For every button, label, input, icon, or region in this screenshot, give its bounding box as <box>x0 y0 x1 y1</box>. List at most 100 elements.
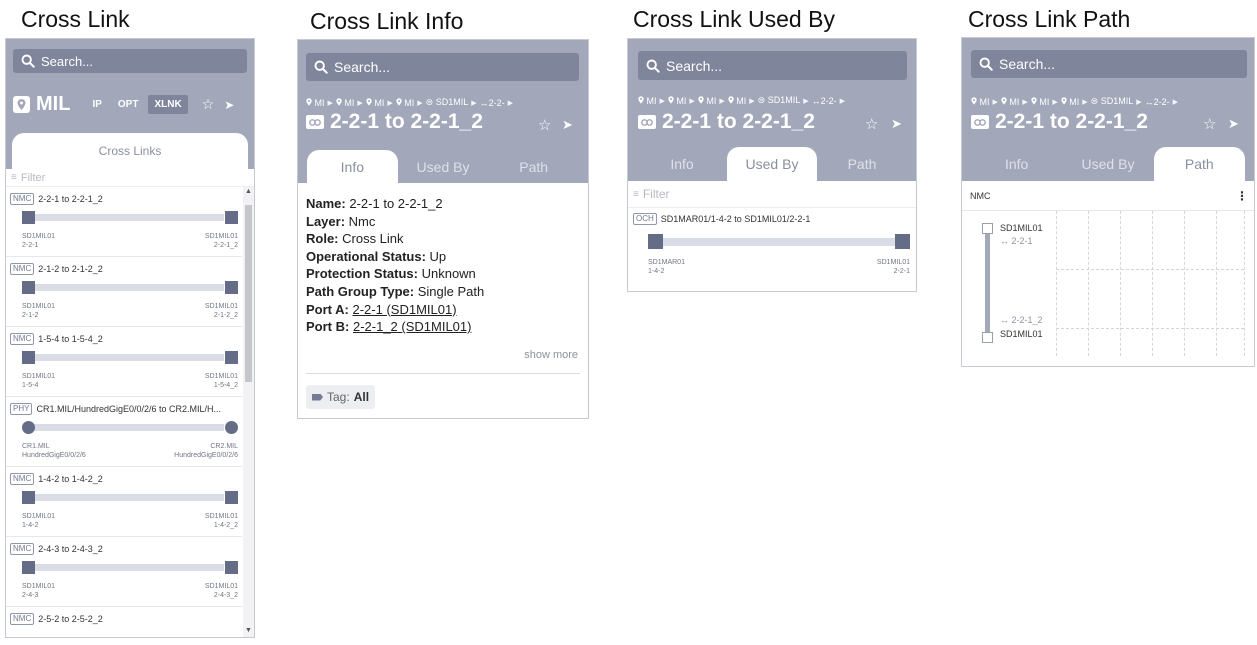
path-node-bottom[interactable] <box>982 332 993 343</box>
layer-xlnk-button[interactable]: XLNK <box>148 95 188 114</box>
info-field: Role: Cross Link <box>306 230 580 248</box>
item-title: 1-4-2 to 1-4-2_2 <box>38 474 103 484</box>
layer-opt-button[interactable]: OPT <box>118 99 139 110</box>
breadcrumb-separator-icon: ▶ <box>689 97 695 105</box>
navigate-icon[interactable]: ➤ <box>1228 117 1239 130</box>
star-icon[interactable]: ☆ <box>202 96 215 113</box>
title-row: 2-2-1 to 2-2-1_2 <box>971 110 1148 134</box>
breadcrumb: MI ▶ MI ▶ MI ▶ MI ▶ ⊜ SD1MIL ▶ ↔2-2- ▶ <box>306 97 581 108</box>
breadcrumb-item[interactable]: MI <box>396 98 414 108</box>
breadcrumb-item[interactable]: ⊜ SD1MIL <box>426 97 469 108</box>
item-title: 1-5-4 to 1-5-4_2 <box>38 334 103 344</box>
breadcrumb-item[interactable]: ⊜ SD1MIL <box>758 95 801 106</box>
navigate-icon[interactable]: ➤ <box>891 117 902 130</box>
cross-link-item[interactable]: NMC 2-4-3 to 2-4-3_2 SD1MIL01 2-4-3 SD1MIL01… <box>6 537 242 607</box>
breadcrumb-item[interactable]: MI <box>971 97 990 107</box>
caption-cross-link: Cross Link <box>21 6 130 32</box>
link-title: 2-2-1 to 2-2-1_2 <box>995 110 1148 133</box>
item-name: PHY CR1.MIL/HundredGigE0/0/2/6 to CR2.MIL… <box>10 403 221 415</box>
search-input[interactable]: Search... <box>13 49 247 73</box>
search-input[interactable]: Search... <box>638 51 907 80</box>
location-pin-icon <box>1031 96 1037 107</box>
breadcrumb-separator-icon: ▶ <box>1082 98 1088 106</box>
star-icon[interactable]: ☆ <box>865 117 878 132</box>
breadcrumb-item[interactable]: ⊜ SD1MIL <box>1091 96 1134 107</box>
tab-used-by[interactable]: Used By <box>1062 147 1153 181</box>
link-title: 2-2-1 to 2-2-1_2 <box>662 110 815 133</box>
breadcrumb-item[interactable]: MI <box>336 97 355 108</box>
scrollbar[interactable]: ▲ ▼ <box>243 187 254 637</box>
breadcrumb-item[interactable]: MI <box>366 98 384 108</box>
scroll-thumb[interactable] <box>245 205 252 382</box>
link-icon <box>971 115 989 129</box>
cross-link-item[interactable]: NMC 2-5-2 to 2-5-2_2 <box>6 607 242 637</box>
breadcrumb-item[interactable]: ↔2-2- <box>812 96 837 106</box>
tab-info[interactable]: Info <box>637 147 727 181</box>
filter-input[interactable]: ≡ Filter <box>6 169 254 187</box>
breadcrumb-item[interactable]: MI <box>698 95 717 106</box>
scroll-down-icon[interactable]: ▼ <box>245 627 252 634</box>
location-pin-icon <box>1061 96 1067 107</box>
breadcrumb-item[interactable]: MI <box>668 96 686 106</box>
cross-link-item[interactable]: NMC 2-2-1 to 2-2-1_2 SD1MIL01 2-2-1 SD1MIL01… <box>6 187 242 257</box>
breadcrumb-item[interactable]: MI <box>638 96 657 106</box>
breadcrumb-item[interactable]: ↔2-2- <box>480 98 505 108</box>
endpoint-a-node: SD1MIL01 <box>22 233 56 240</box>
scroll-up-icon[interactable]: ▲ <box>245 188 252 195</box>
grid-line <box>1216 211 1217 356</box>
tab-path[interactable]: Path <box>488 150 579 183</box>
navigate-icon[interactable]: ➤ <box>562 118 573 131</box>
tab-path[interactable]: Path <box>1153 147 1245 181</box>
navigate-icon[interactable]: ➤ <box>224 98 234 112</box>
show-more-link[interactable]: show more <box>524 349 578 361</box>
link-icon <box>306 115 324 129</box>
location-pin-icon <box>336 97 342 108</box>
search-input[interactable]: Search... <box>971 50 1247 78</box>
tab-info[interactable]: Info <box>971 147 1062 181</box>
tab-path[interactable]: Path <box>817 147 907 181</box>
breadcrumb-label: MI <box>344 97 355 108</box>
location-pin-icon <box>971 96 977 107</box>
info-field-label: Operational Status: <box>306 248 426 264</box>
breadcrumb-separator-icon: ▶ <box>839 97 845 105</box>
item-title: CR1.MIL/HundredGigE0/0/2/6 to CR2.MIL/H.… <box>36 404 222 414</box>
star-icon[interactable]: ☆ <box>538 118 551 133</box>
info-field-label: Layer: <box>306 213 346 229</box>
breadcrumb-item[interactable]: MI <box>1031 96 1049 107</box>
tag-filter[interactable]: Tag: All <box>306 385 376 409</box>
path-header: Search... MI ▶ MI ▶ MI ▶ MI ▶ ⊜ SD1MIL ▶ ↔2-2- ▶… <box>962 38 1254 181</box>
endpoint-a-node: SD1MIL01 <box>22 303 56 310</box>
tab-cross-links[interactable]: Cross Links <box>12 133 248 169</box>
breadcrumb-item[interactable]: MI <box>306 98 325 108</box>
device-icon: ⊜ <box>425 97 434 107</box>
used-by-item[interactable]: OCH SD1MAR01/1-4-2 to SD1MIL01/2-2-1 SD1… <box>628 208 916 288</box>
breadcrumb-label: MI <box>314 97 325 108</box>
endpoint-a <box>22 421 35 434</box>
tab-used-by[interactable]: Used By <box>398 150 489 183</box>
search-input[interactable]: Search... <box>306 53 579 81</box>
search-placeholder: Search... <box>334 59 391 75</box>
star-icon[interactable]: ☆ <box>1203 117 1216 132</box>
breadcrumb-label: MI <box>706 95 717 106</box>
more-options-icon[interactable]: ⋮ <box>1236 189 1248 203</box>
cross-link-item[interactable]: PHY CR1.MIL/HundredGigE0/0/2/6 to CR2.MIL… <box>6 397 242 467</box>
cross-link-item[interactable]: NMC 1-5-4 to 1-5-4_2 SD1MIL01 1-5-4 SD1MIL01… <box>6 327 242 397</box>
endpoint-b-node: SD1MIL01 <box>204 373 238 380</box>
layer-ip-button[interactable]: IP <box>92 99 101 110</box>
endpoint-b-node: CR2.MIL <box>210 443 238 450</box>
port-link[interactable]: 2-2-1_2 (SD1MIL01) <box>353 319 472 334</box>
cross-link-item[interactable]: NMC 2-1-2 to 2-1-2_2 SD1MIL01 2-1-2 SD1MIL01… <box>6 257 242 327</box>
item-title: 2-5-2 to 2-5-2_2 <box>38 614 103 624</box>
tab-info[interactable]: Info <box>307 150 398 183</box>
breadcrumb-item[interactable]: MI <box>728 96 746 106</box>
port-link[interactable]: 2-2-1 (SD1MIL01) <box>352 302 456 317</box>
breadcrumb-item[interactable]: MI <box>1001 97 1019 107</box>
path-node-top[interactable] <box>982 223 993 234</box>
filter-input[interactable]: ≡ Filter <box>628 181 916 208</box>
breadcrumb-item[interactable]: ↔2-2- <box>1145 97 1170 107</box>
breadcrumb-item[interactable]: MI <box>1061 96 1079 107</box>
grid-line <box>1152 211 1153 356</box>
tab-used-by[interactable]: Used By <box>727 147 817 181</box>
grid-line <box>1056 328 1244 329</box>
cross-link-item[interactable]: NMC 1-4-2 to 1-4-2_2 SD1MIL01 1-4-2 SD1MIL01… <box>6 467 242 537</box>
